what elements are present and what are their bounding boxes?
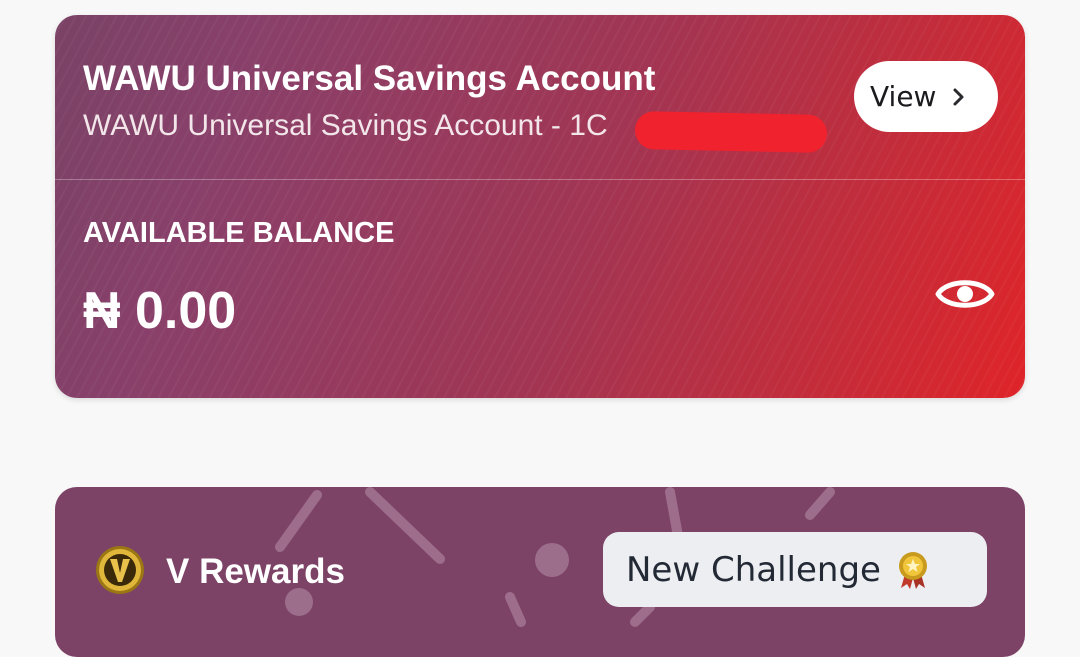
- rewards-title: V Rewards: [166, 552, 345, 591]
- v-coin-icon: [95, 545, 145, 595]
- eye-icon[interactable]: [935, 272, 995, 316]
- view-account-button[interactable]: View: [854, 61, 998, 132]
- account-subtitle: WAWU Universal Savings Account - 1C: [83, 109, 608, 142]
- card-divider: [55, 179, 1025, 180]
- new-challenge-button[interactable]: New Challenge: [603, 532, 987, 607]
- account-title: WAWU Universal Savings Account: [83, 59, 656, 98]
- medal-icon: [897, 550, 929, 590]
- chevron-right-icon: [950, 86, 968, 108]
- savings-account-card: WAWU Universal Savings Account WAWU Univ…: [55, 15, 1025, 398]
- balance-value: ₦ 0.00: [83, 282, 237, 340]
- account-number-redaction: [634, 110, 828, 154]
- balance-label: AVAILABLE BALANCE: [83, 217, 395, 249]
- view-button-label: View: [870, 79, 937, 113]
- new-challenge-label: New Challenge: [626, 549, 881, 590]
